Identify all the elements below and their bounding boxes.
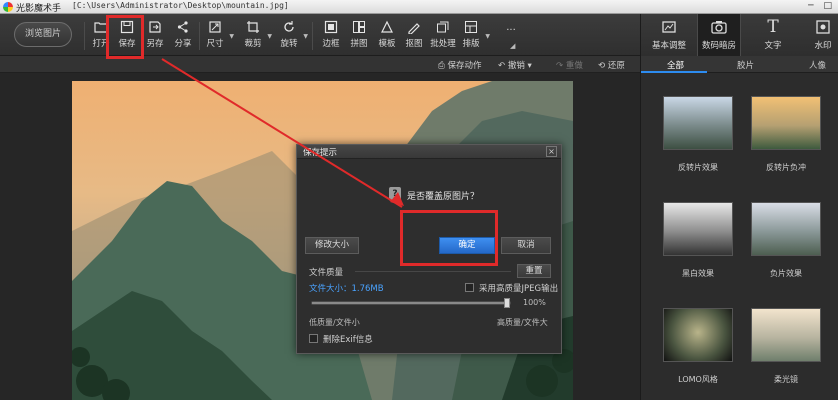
layout-icon [465,21,477,33]
quality-slider-handle[interactable] [504,298,510,308]
share-button[interactable]: 分享 [170,18,196,54]
collage-button[interactable]: 拼图 [346,18,372,54]
text-icon: T [767,17,779,37]
tab-portrait[interactable]: 人像 [809,59,826,71]
low-quality-label: 低质量/文件小 [309,318,360,327]
tab-text[interactable]: T 文字 [751,14,795,56]
app-logo-icon [3,2,13,12]
quality-percent: 100% [523,298,546,307]
quality-slider-fill [312,302,504,304]
dialog-title-bar: 保存提示 × [297,145,561,159]
high-quality-label: 高质量/文件大 [497,318,548,327]
title-bar: 光影魔术手 [C:\Users\Administrator\Desktop\mo… [0,0,838,14]
file-size-readout: 文件大小：1.76MB [309,284,384,294]
batch-icon [437,21,449,33]
browse-images-button[interactable]: 浏览图片 [14,22,72,47]
effect-label: 反转片效果 [678,163,718,172]
restore-button[interactable]: ⟲ 还原 [598,59,625,71]
file-path: [C:\Users\Administrator\Desktop\mountain… [72,1,289,10]
redo-icon: ↷ [556,61,564,71]
effect-thumbnail[interactable] [751,96,821,150]
template-icon [381,20,393,33]
template-button[interactable]: 模板 [374,18,400,54]
resize-button[interactable]: 尺寸 ▼ [202,18,234,54]
tab-basic-adjust[interactable]: 基本调整 [647,14,691,56]
resize-icon [209,21,221,33]
divider [355,271,511,272]
effect-label: 反转片负冲 [766,163,806,172]
redo-button[interactable]: ↷ 重做 [556,59,583,71]
save-as-button[interactable]: 另存 [142,18,168,54]
rotate-button[interactable]: 旋转 ▼ [276,18,308,54]
tab-all[interactable]: 全部 [667,59,684,71]
tab-watermark[interactable]: 水印 [801,14,838,56]
cutout-button[interactable]: 抠图 [401,18,427,54]
main-toolbar: 浏览图片 打开 保存 另存 分享 尺寸 ▼ 裁剪 ▼ 旋转 ▼ 边框 拼图 模板… [0,14,640,56]
chevron-down-icon[interactable]: ▼ [267,33,272,40]
function-tabs: 基本调整 数码暗房 T 文字 水印 [640,14,838,56]
tab-film[interactable]: 胶片 [737,59,754,71]
effect-label: 柔光镜 [774,375,798,384]
annotation-arrowhead [390,192,404,206]
undo-icon: ↶ [498,61,506,71]
crop-icon [247,21,259,33]
delete-exif-label: 删除Exif信息 [323,335,373,345]
overwrite-question: 是否覆盖原图片？ [407,192,480,202]
app-window: 光影魔术手 [C:\Users\Administrator\Desktop\mo… [0,0,838,400]
batch-button[interactable]: 批处理 [430,18,456,54]
reset-button[interactable]: 重置 [517,264,551,278]
action-bar: ⎙ 保存动作 ↶ 撤销 ▾ ↷ 重做 ⟲ 还原 [0,56,640,73]
maximize-icon[interactable]: □ [823,1,832,11]
rotate-icon [284,21,294,32]
file-quality-label: 文件质量 [309,268,344,278]
effect-thumbnail[interactable] [663,202,733,256]
effects-panel: 全部 胶片 人像 反转片效果 反转片负冲 黑白效果 负片效果 LOMO风格 柔光… [640,56,838,400]
crop-button[interactable]: 裁剪 ▼ [240,18,272,54]
collage-icon [353,21,365,33]
more-icon: ... [506,22,516,33]
minimize-icon[interactable]: ─ [808,1,813,11]
annotation-highlight-ok [400,210,498,266]
toolbar-separator [312,22,313,50]
adjust-icon [662,21,676,33]
quality-slider[interactable] [311,298,511,308]
effect-thumbnail[interactable] [751,308,821,362]
camera-icon [711,21,727,34]
cutout-icon [408,23,420,34]
effect-label: 黑白效果 [682,269,714,278]
save-action-button[interactable]: ⎙ 保存动作 [438,59,482,71]
share-icon [177,21,188,33]
effect-thumbnail[interactable] [663,96,733,150]
effect-label: 负片效果 [770,269,802,278]
effect-thumbnail[interactable] [663,308,733,362]
border-button[interactable]: 边框 [318,18,344,54]
close-icon[interactable]: × [546,146,557,157]
chevron-down-icon: ◢ [510,42,516,50]
cancel-button[interactable]: 取消 [501,237,551,254]
restore-icon: ⟲ [598,61,606,71]
chevron-down-icon[interactable]: ▼ [303,33,308,40]
effect-thumbnail[interactable] [751,202,821,256]
annotation-highlight-save [106,15,144,59]
watermark-icon [816,20,830,34]
toolbar-separator [199,22,200,50]
resize-button[interactable]: 修改大小 [305,237,359,254]
app-name: 光影魔术手 [16,4,62,14]
active-tab-indicator [641,71,707,73]
delete-exif-checkbox[interactable] [309,334,318,343]
chevron-down-icon[interactable]: ▼ [229,33,234,40]
save-as-icon [149,21,161,33]
border-icon [324,20,338,34]
high-quality-jpeg-label: 采用高质量JPEG输出 [479,284,559,294]
layout-button[interactable]: 排版 ▼ [458,18,490,54]
toolbar-separator [84,22,85,50]
high-quality-jpeg-checkbox[interactable] [465,283,474,292]
effect-label: LOMO风格 [678,375,718,384]
chevron-down-icon[interactable]: ▼ [485,33,490,40]
effects-category-tabs: 全部 胶片 人像 [641,56,838,73]
undo-button[interactable]: ↶ 撤销 ▾ [498,59,532,71]
tab-digital-darkroom[interactable]: 数码暗房 [697,14,741,56]
more-button[interactable]: ... ◢ [498,18,524,54]
window-controls: ─ □ [808,1,832,11]
